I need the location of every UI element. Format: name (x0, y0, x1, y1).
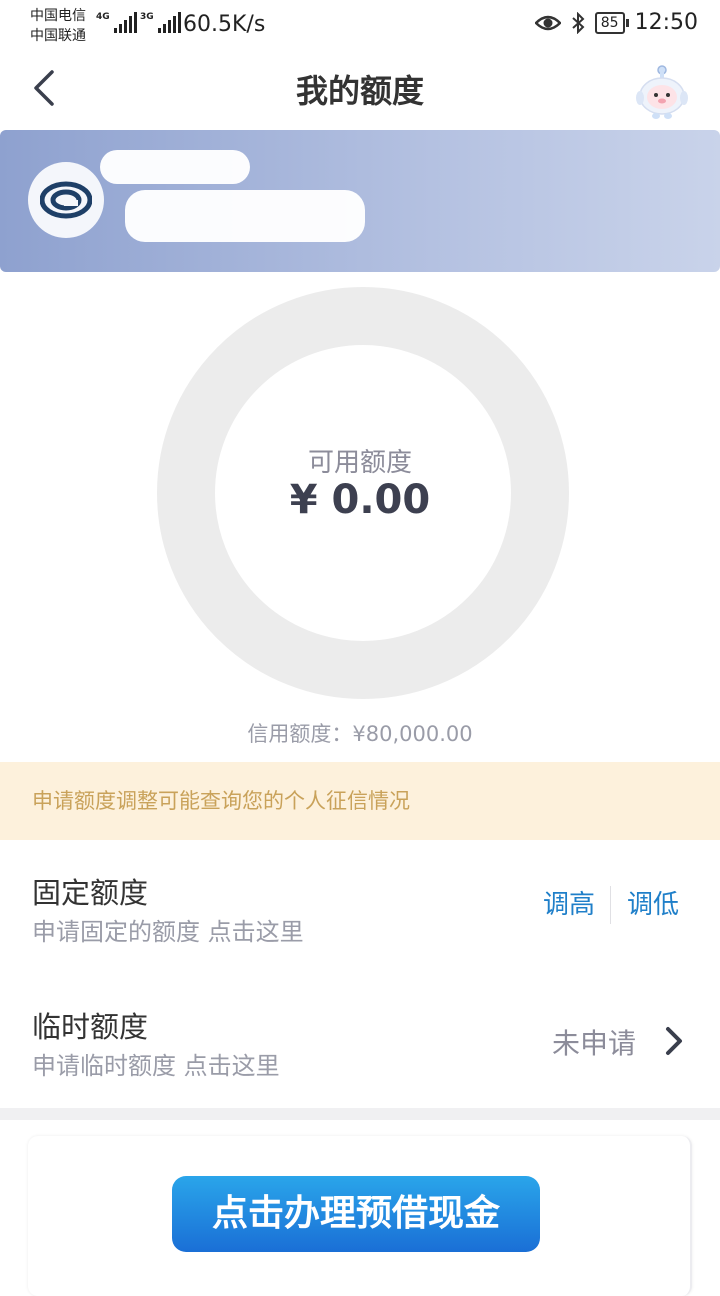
status-bar: 中国电信 中国联通 4G 3G 60.5K/s 85 12:50 (0, 0, 720, 50)
temp-limit-status: 未申请 (552, 1027, 637, 1060)
clock: 12:50 (634, 10, 698, 35)
carrier-2: 中国联通 (30, 28, 86, 44)
limit-ring-section: 可用额度 ¥ 0.00 信用额度：¥80,000.00 (0, 272, 720, 760)
account-banner (0, 130, 720, 272)
network-speed: 60.5K/s (183, 12, 266, 37)
fixed-limit-title: 固定额度 (32, 876, 149, 910)
battery-indicator: 85 (594, 11, 629, 34)
credit-limit: 信用额度：¥80,000.00 (247, 722, 473, 746)
bank-logo-icon (40, 181, 92, 219)
carrier-1: 中国电信 (30, 8, 86, 24)
mascot-assistant-icon[interactable] (634, 64, 690, 120)
signal-1-icon: 4G (96, 12, 137, 33)
lower-limit-button[interactable]: 调低 (627, 884, 679, 921)
available-value: ¥ 0.00 (289, 477, 431, 523)
fixed-limit-row[interactable]: 固定额度 申请固定的额度 点击这里 调高 调低 (0, 840, 720, 975)
status-right: 85 12:50 (534, 10, 698, 35)
bluetooth-icon (572, 11, 585, 34)
temp-limit-title: 临时额度 (32, 1010, 149, 1044)
cash-advance-button[interactable]: 点击办理预借现金 (172, 1176, 540, 1252)
carrier-labels: 中国电信 中国联通 (30, 6, 86, 46)
section-gap (0, 1108, 720, 1120)
redacted-name (100, 150, 250, 184)
credit-check-notice: 申请额度调整可能查询您的个人征信情况 (0, 762, 720, 840)
available-label: 可用额度 (307, 448, 412, 478)
bank-logo (28, 162, 104, 238)
raise-limit-button[interactable]: 调高 (543, 884, 595, 921)
eye-icon (534, 15, 561, 30)
chevron-right-icon[interactable] (664, 1026, 684, 1056)
redacted-card-number (125, 190, 365, 242)
divider (610, 886, 611, 924)
nav-bar: 我的额度 (0, 50, 720, 130)
signal-2-icon: 3G (140, 12, 181, 33)
page-title: 我的额度 (295, 72, 424, 110)
temp-limit-row[interactable]: 临时额度 申请临时额度 点击这里 未申请 (0, 974, 720, 1108)
temp-limit-subtitle: 申请临时额度 点击这里 (32, 1052, 280, 1080)
fixed-limit-subtitle: 申请固定的额度 点击这里 (32, 918, 304, 946)
